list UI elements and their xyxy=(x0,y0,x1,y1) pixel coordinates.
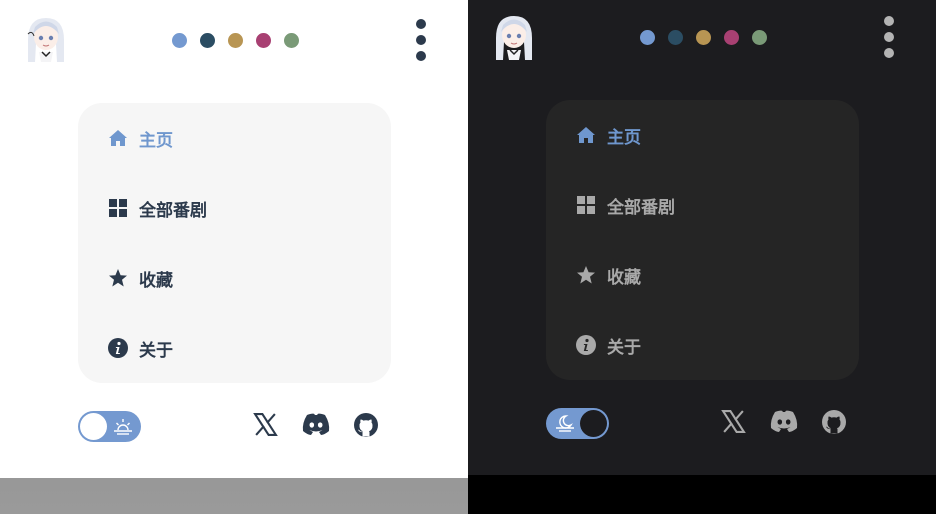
nav-item-label: 主页 xyxy=(607,127,641,148)
github-icon[interactable] xyxy=(353,412,379,438)
dark-theme-view: 主页 全部番剧 收藏 关于 xyxy=(468,0,936,514)
grid-icon xyxy=(576,195,596,215)
nav-item-about[interactable]: 关于 xyxy=(108,331,173,365)
home-icon xyxy=(108,128,128,148)
nav-item-home[interactable]: 主页 xyxy=(576,118,641,152)
x-icon[interactable] xyxy=(253,412,278,437)
color-dot-navy[interactable] xyxy=(668,30,683,45)
more-options-icon[interactable] xyxy=(413,19,429,61)
color-dot-gold[interactable] xyxy=(228,33,243,48)
menu-panel: 主页 全部番剧 收藏 关于 xyxy=(0,0,468,478)
color-theme-picker xyxy=(172,33,299,48)
color-dot-green[interactable] xyxy=(284,33,299,48)
color-dot-blue[interactable] xyxy=(172,33,187,48)
nav-item-label: 关于 xyxy=(607,337,641,358)
discord-icon[interactable] xyxy=(769,409,799,433)
nav-item-label: 收藏 xyxy=(607,267,641,288)
color-dot-blue[interactable] xyxy=(640,30,655,45)
nav-item-all-anime[interactable]: 全部番剧 xyxy=(576,188,675,222)
nav-item-label: 关于 xyxy=(139,340,173,361)
x-icon[interactable] xyxy=(721,409,746,434)
avatar[interactable] xyxy=(492,12,536,62)
nav-item-home[interactable]: 主页 xyxy=(108,121,173,155)
nav-menu: 主页 全部番剧 收藏 关于 xyxy=(78,103,391,383)
avatar[interactable] xyxy=(24,14,68,64)
light-theme-view: 主页 全部番剧 收藏 关于 xyxy=(0,0,468,514)
nav-item-favorites[interactable]: 收藏 xyxy=(108,261,173,295)
nav-item-label: 收藏 xyxy=(139,270,173,291)
star-icon xyxy=(108,268,128,288)
more-options-icon[interactable] xyxy=(881,16,897,58)
nav-item-all-anime[interactable]: 全部番剧 xyxy=(108,191,207,225)
github-icon[interactable] xyxy=(821,409,847,435)
nav-item-about[interactable]: 关于 xyxy=(576,328,641,362)
grid-icon xyxy=(108,198,128,218)
sunrise-icon xyxy=(113,417,133,439)
nav-menu: 主页 全部番剧 收藏 关于 xyxy=(546,100,859,380)
toggle-knob xyxy=(580,410,607,437)
menu-panel: 主页 全部番剧 收藏 关于 xyxy=(468,0,936,475)
color-dot-magenta[interactable] xyxy=(256,33,271,48)
color-dot-gold[interactable] xyxy=(696,30,711,45)
theme-toggle[interactable] xyxy=(78,411,141,442)
theme-toggle[interactable] xyxy=(546,408,609,439)
nav-item-favorites[interactable]: 收藏 xyxy=(576,258,641,292)
info-icon xyxy=(576,335,596,355)
color-theme-picker xyxy=(640,30,767,45)
nav-item-label: 主页 xyxy=(139,130,173,151)
color-dot-green[interactable] xyxy=(752,30,767,45)
star-icon xyxy=(576,265,596,285)
toggle-knob xyxy=(80,413,107,440)
home-icon xyxy=(576,125,596,145)
color-dot-magenta[interactable] xyxy=(724,30,739,45)
moon-icon xyxy=(555,414,575,436)
info-icon xyxy=(108,338,128,358)
color-dot-navy[interactable] xyxy=(200,33,215,48)
nav-item-label: 全部番剧 xyxy=(607,197,675,218)
discord-icon[interactable] xyxy=(301,412,331,436)
nav-item-label: 全部番剧 xyxy=(139,200,207,221)
